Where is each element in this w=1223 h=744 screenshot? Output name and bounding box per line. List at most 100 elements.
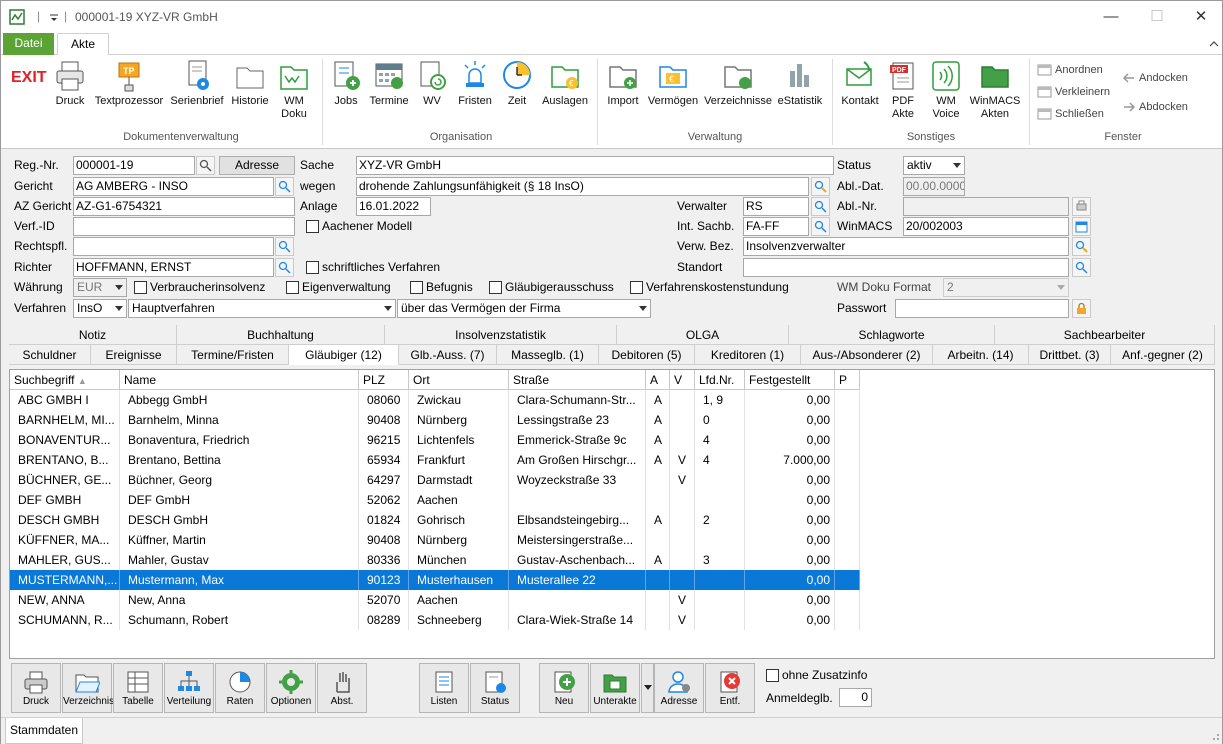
eigenverwaltung-checkbox[interactable] [286, 281, 299, 294]
tab-sachbearbeiter[interactable]: Sachbearbeiter [995, 325, 1215, 345]
winmacs-akten-button[interactable]: WinMACS Akten [967, 59, 1023, 129]
column-header-suchbegriff[interactable]: Suchbegriff ▲ [10, 370, 120, 390]
ablnr-input[interactable] [903, 197, 1069, 216]
anmeldeglb-input[interactable]: 0 [839, 688, 872, 707]
table-row[interactable]: MAHLER, GUS... Mahler, Gustav 80336 München… [10, 550, 860, 570]
winmacs-calendar-button[interactable] [1072, 217, 1091, 236]
regnr-input[interactable]: 000001-19 [73, 156, 195, 175]
druck-button[interactable]: Druck [53, 59, 87, 129]
gericht-search-button[interactable] [275, 177, 294, 196]
column-header-a[interactable]: A [646, 370, 670, 390]
aachener-modell-checkbox[interactable] [306, 220, 319, 233]
table-row[interactable]: BARNHELM, MI... Barnhelm, Minna 90408 Nürnb… [10, 410, 860, 430]
verfahrenskostenstundung-checkbox[interactable] [630, 281, 643, 294]
vermoegen-button[interactable]: € Vermögen [645, 59, 701, 129]
column-header-plz[interactable]: PLZ [359, 370, 409, 390]
standort-search-button[interactable] [1072, 258, 1091, 277]
tab-olga[interactable]: OLGA [617, 325, 789, 345]
serienbrief-button[interactable]: Serienbrief [169, 59, 225, 129]
verfahren-select[interactable]: InsO [73, 299, 127, 318]
fristen-button[interactable]: Fristen [455, 59, 495, 129]
maximize-button[interactable]: ☐ [1134, 1, 1180, 33]
tab-schuldner[interactable]: Schuldner [9, 345, 91, 365]
waehrung-select[interactable]: EUR [73, 278, 127, 297]
schliessen-button[interactable]: Schließen [1037, 105, 1104, 123]
wv-button[interactable]: WV [415, 59, 449, 129]
ohne-zusatzinfo-checkbox[interactable] [766, 669, 779, 682]
tab-buchhaltung[interactable]: Buchhaltung [177, 325, 385, 345]
close-button[interactable]: ✕ [1178, 1, 1223, 33]
column-header-ort[interactable]: Ort [409, 370, 509, 390]
qat-dropdown-icon[interactable] [49, 13, 59, 23]
abldat-input[interactable]: 00.00.0000 [903, 177, 965, 196]
tabelle-button[interactable]: Tabelle [113, 663, 163, 713]
raten-button[interactable]: Raten [215, 663, 265, 713]
tab-aus-absonderer[interactable]: Aus-/Absonderer (2) [801, 345, 933, 365]
minimize-button[interactable]: — [1088, 1, 1134, 33]
table-row[interactable]: KÜFFNER, MA... Küffner, Martin 90408 Nürnbe… [10, 530, 860, 550]
verwbez-input[interactable]: Insolvenzverwalter [743, 237, 1069, 256]
table-row[interactable]: DESCH GMBH DESCH GmbH 01824 Gohrisch Elbsand… [10, 510, 860, 530]
gericht-input[interactable]: AG AMBERG - INSO [73, 177, 274, 196]
tab-notiz[interactable]: Notiz [9, 325, 177, 345]
column-header-strasse[interactable]: Straße [509, 370, 646, 390]
wm-doku-button[interactable]: WM Doku [275, 59, 313, 129]
richter-input[interactable]: HOFFMANN, ERNST [73, 258, 274, 277]
verzeichnisse-button[interactable]: Verzeichnisse [703, 59, 773, 129]
tab-debitoren[interactable]: Debitoren (5) [599, 345, 695, 365]
tab-schlagworte[interactable]: Schlagworte [789, 325, 995, 345]
tab-arbeitn[interactable]: Arbeitn. (14) [933, 345, 1029, 365]
column-header-name[interactable]: Name [120, 370, 359, 390]
unterakte-button[interactable]: Unterakte [590, 663, 640, 713]
abdocken-button[interactable]: Abdocken [1122, 98, 1188, 116]
table-row[interactable]: BRENTANO, B... Brentano, Bettina 65934 Fran… [10, 450, 860, 470]
verbraucherinsolvenz-checkbox[interactable] [134, 281, 147, 294]
jobs-button[interactable]: Jobs [329, 59, 363, 129]
azgericht-input[interactable]: AZ-G1-6754321 [73, 197, 295, 216]
entf-button[interactable]: Entf. [705, 663, 755, 713]
pdf-akte-button[interactable]: PDF PDF Akte [885, 59, 921, 129]
druck-bottom-button[interactable]: Druck [11, 663, 61, 713]
ribbon-tab-datei[interactable]: Datei [3, 33, 54, 55]
rechtspfl-search-button[interactable] [275, 237, 294, 256]
richter-search-button[interactable] [275, 258, 294, 277]
optionen-button[interactable]: Optionen [266, 663, 316, 713]
passwort-input[interactable] [895, 299, 1069, 318]
winmacs-input[interactable]: 20/002003 [903, 217, 1069, 236]
tab-kreditoren[interactable]: Kreditoren (1) [695, 345, 801, 365]
column-header-lfdnr[interactable]: Lfd.Nr. [695, 370, 745, 390]
verwbez-lookup-button[interactable] [1072, 237, 1091, 256]
estatistik-button[interactable]: eStatistik [775, 59, 825, 129]
column-header-festgestellt[interactable]: Festgestellt [745, 370, 835, 390]
verteilung-button[interactable]: Verteilung [164, 663, 214, 713]
glaeubigerausschuss-checkbox[interactable] [489, 281, 502, 294]
verfid-input[interactable] [73, 217, 295, 236]
tab-stammdaten[interactable]: Stammdaten [5, 718, 83, 744]
listen-button[interactable]: Listen [419, 663, 469, 713]
schriftliches-verfahren-checkbox[interactable] [306, 261, 319, 274]
ribbon-tab-akte[interactable]: Akte [57, 33, 109, 56]
verwalter-input[interactable]: RS [743, 197, 809, 216]
anordnen-button[interactable]: Anordnen [1037, 61, 1103, 79]
ablnr-print-button[interactable] [1072, 197, 1091, 216]
tab-glaeubiger[interactable]: Gläubiger (12) [289, 345, 399, 365]
table-row[interactable]: ABC GMBH I Abbegg GmbH 08060 Zwickau Clara-S… [10, 390, 860, 410]
table-row[interactable]: BÜCHNER, GE... Büchner, Georg 64297 Darmsta… [10, 470, 860, 490]
status-button[interactable]: Status [470, 663, 520, 713]
wm-doku-format-select[interactable]: 2 [943, 278, 1069, 297]
abst-button[interactable]: Abst. [317, 663, 367, 713]
resize-grip-icon[interactable] [1209, 730, 1221, 742]
table-row[interactable]: MUSTERMANN,... Mustermann, Max 90123 Muster… [10, 570, 860, 590]
standort-input[interactable] [743, 258, 1069, 277]
textprozessor-button[interactable]: TP Textprozessor [91, 59, 167, 129]
tab-drittbet[interactable]: Drittbet. (3) [1029, 345, 1111, 365]
termine-button[interactable]: Termine [367, 59, 411, 129]
adresse-bottom-button[interactable]: Adresse [654, 663, 704, 713]
wegen-lookup-button[interactable] [811, 177, 830, 196]
zeit-button[interactable]: Zeit [501, 59, 533, 129]
wegen-input[interactable]: drohende Zahlungsunfähigkeit (§ 18 InsO) [356, 177, 809, 196]
unterakte-dropdown-button[interactable] [641, 663, 654, 713]
hauptverfahren-select[interactable]: Hauptverfahren [128, 299, 396, 318]
tab-anf-gegner[interactable]: Anf.-gegner (2) [1111, 345, 1215, 365]
befugnis-checkbox[interactable] [410, 281, 423, 294]
